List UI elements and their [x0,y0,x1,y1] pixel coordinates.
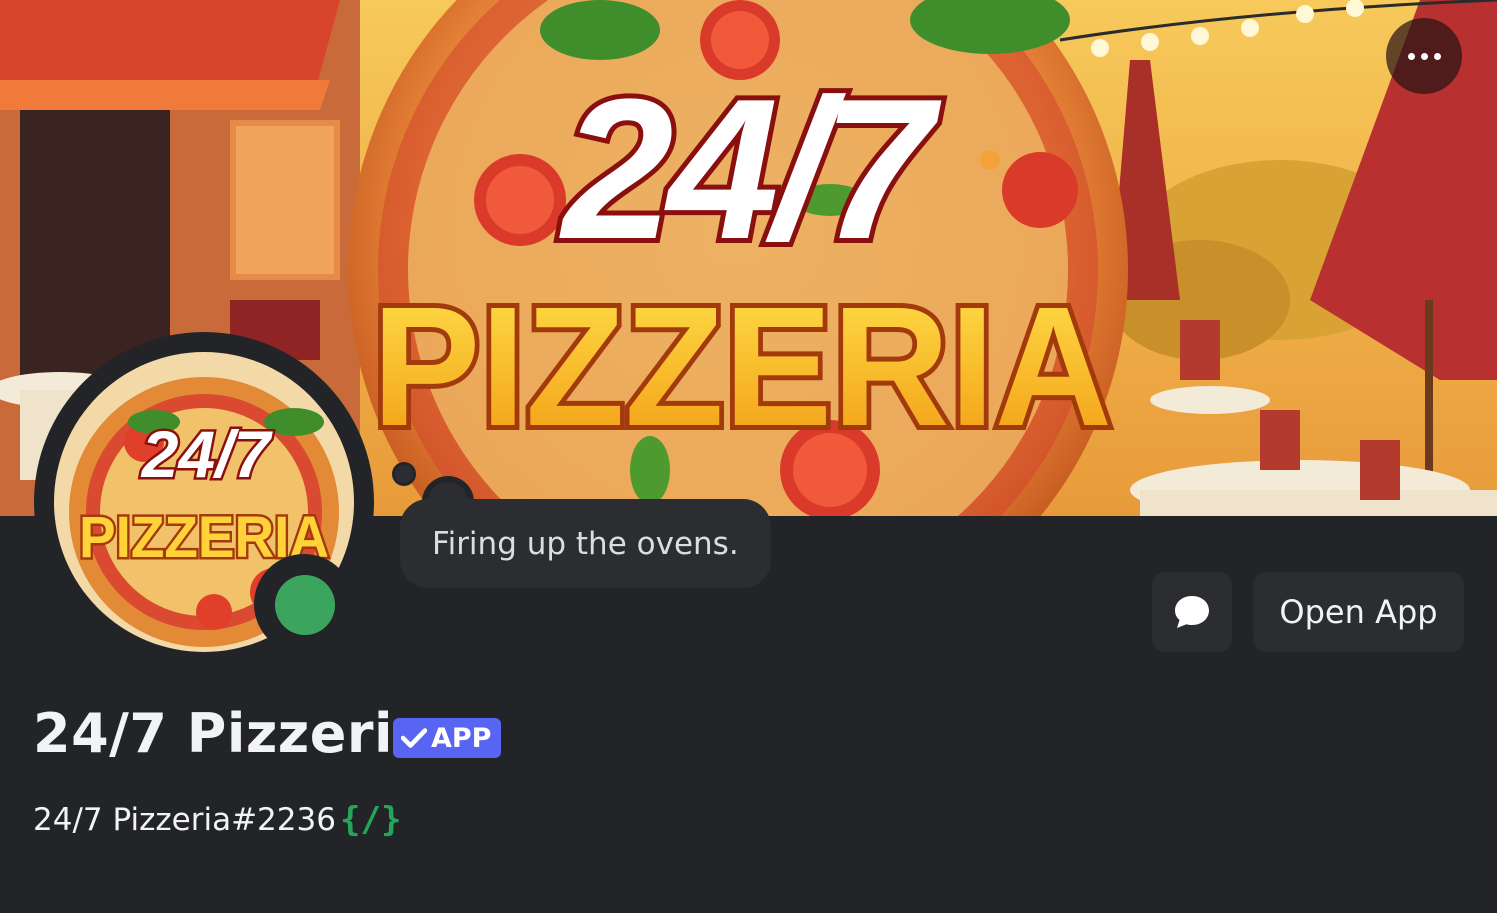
banner-logo-line1: 24/7 [558,58,942,281]
app-badge-label: APP [431,722,492,754]
display-name: 24/7 Pizzeria [33,702,430,765]
avatar-logo-line1: 24/7 [140,417,274,491]
custom-status-text: Firing up the ovens. [432,525,739,562]
send-message-button[interactable] [1152,572,1232,652]
checkmark-icon [401,728,427,748]
status-bubble-tail-small [392,462,416,486]
slash-commands-badge[interactable]: {/} [340,800,401,840]
banner-logo-line2: PIZZERIA [372,272,1112,462]
open-app-button[interactable]: Open App [1253,572,1464,652]
chat-bubble-icon [1175,596,1209,628]
open-app-label: Open App [1279,593,1438,631]
ellipsis-icon-dot [1420,52,1428,60]
more-options-button[interactable] [1386,18,1462,94]
online-status-indicator [275,575,335,635]
ellipsis-icon-dot [1433,52,1441,60]
username[interactable]: 24/7 Pizzeria#2236 [33,802,336,838]
custom-status-bubble: Firing up the ovens. [400,499,771,588]
verified-app-badge: APP [393,718,502,758]
ellipsis-icon [1407,52,1415,60]
